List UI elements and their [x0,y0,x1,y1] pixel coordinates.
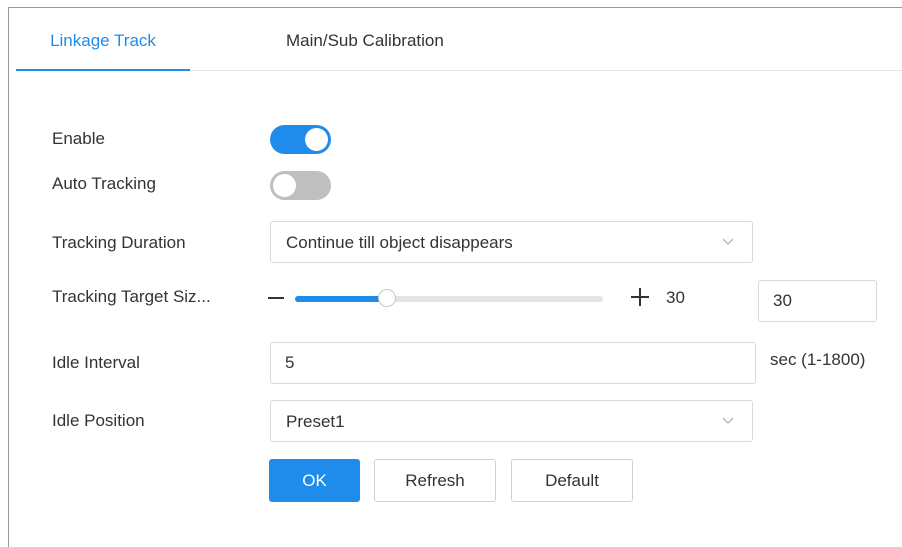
idle-interval-label: Idle Interval [52,353,140,372]
active-tab-indicator [16,69,190,71]
panel-border-left [8,7,9,547]
idle-position-label: Idle Position [52,411,145,430]
tracking-target-size-label: Tracking Target Siz... [52,287,211,306]
default-button[interactable]: Default [511,459,633,502]
refresh-button[interactable]: Refresh [374,459,496,502]
enable-toggle[interactable] [270,125,331,154]
toggle-knob [305,128,328,151]
tab-linkage-track[interactable]: Linkage Track [16,8,190,71]
tracking-duration-label: Tracking Duration [52,233,186,252]
enable-label: Enable [52,129,105,148]
minus-icon[interactable] [268,297,284,299]
chevron-down-icon [722,238,734,245]
tab-label: Linkage Track [50,31,156,50]
slider-value: 30 [666,288,685,307]
tracking-target-size-input[interactable]: 30 [758,280,877,322]
select-value: Preset1 [286,412,345,431]
tab-main-sub-calibration[interactable]: Main/Sub Calibration [286,8,444,70]
ok-button[interactable]: OK [269,459,360,502]
slider-fill [295,296,388,302]
select-value: Continue till object disappears [286,233,513,252]
idle-interval-unit: sec (1-1800) [770,350,866,369]
auto-tracking-label: Auto Tracking [52,174,156,193]
slider-thumb[interactable] [378,289,397,307]
idle-interval-input[interactable]: 5 [270,342,756,384]
idle-position-select[interactable]: Preset1 [270,400,753,442]
plus-icon[interactable] [631,288,649,306]
tab-label: Main/Sub Calibration [286,31,444,50]
tab-bar: Linkage Track Main/Sub Calibration [16,8,902,71]
toggle-knob [273,174,296,197]
tracking-duration-select[interactable]: Continue till object disappears [270,221,753,263]
auto-tracking-toggle[interactable] [270,171,331,200]
tracking-target-size-slider[interactable] [295,289,603,307]
chevron-down-icon [722,417,734,424]
